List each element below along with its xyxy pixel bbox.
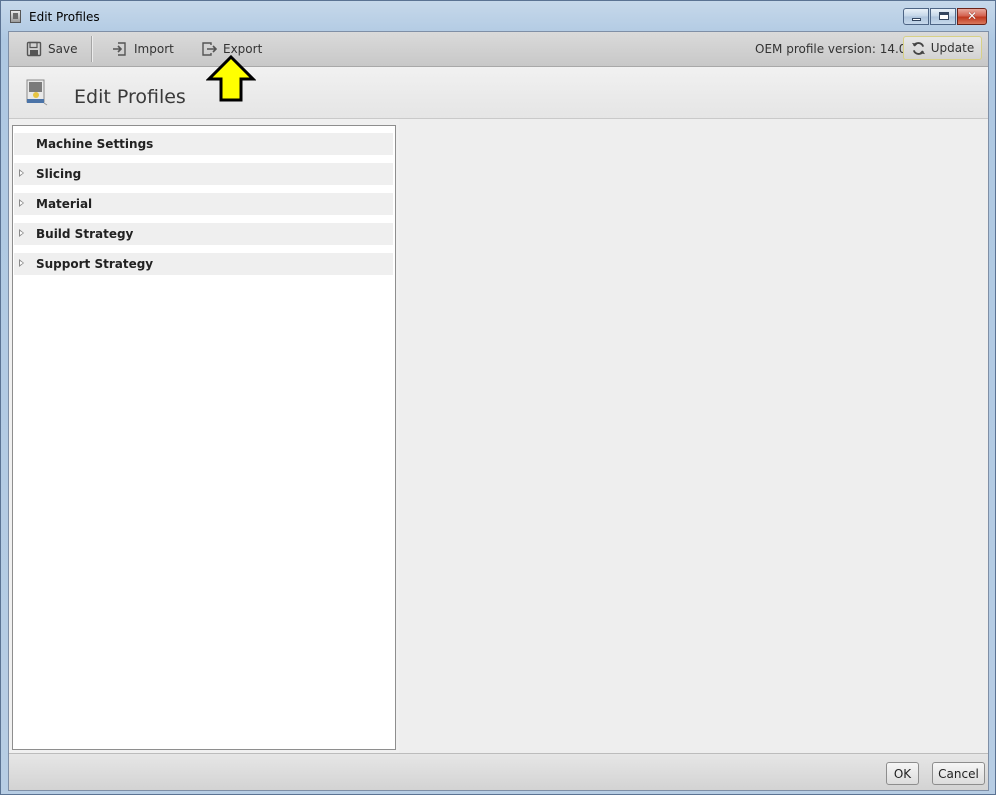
cancel-button[interactable]: Cancel xyxy=(932,762,985,785)
tree-item-support-strategy[interactable]: Support Strategy xyxy=(14,253,393,275)
tree-item-label: Build Strategy xyxy=(36,227,134,241)
refresh-icon xyxy=(911,41,925,55)
close-icon: ✕ xyxy=(966,9,978,23)
import-label: Import xyxy=(134,42,174,56)
tree-item-build-strategy[interactable]: Build Strategy xyxy=(14,223,393,245)
import-icon xyxy=(113,42,126,56)
page-header: Edit Profiles xyxy=(9,67,988,119)
tree-item-label: Slicing xyxy=(36,167,82,181)
tree-item-label: Machine Settings xyxy=(36,137,154,151)
maximize-button[interactable] xyxy=(930,8,956,25)
detail-panel xyxy=(399,119,988,753)
save-label: Save xyxy=(48,42,78,56)
expand-triangle-icon[interactable] xyxy=(19,169,24,177)
tree-item-material[interactable]: Material xyxy=(14,193,393,215)
oem-profile-version: OEM profile version: 14.0 xyxy=(755,42,907,56)
ok-button[interactable]: OK xyxy=(886,762,919,785)
expand-triangle-icon[interactable] xyxy=(19,259,24,267)
toolbar-separator xyxy=(91,36,92,62)
profile-tree: Machine Settings Slicing Material Build … xyxy=(12,125,396,750)
annotation-arrow-icon xyxy=(206,55,256,102)
save-button[interactable]: Save xyxy=(26,32,77,66)
close-button[interactable]: ✕ xyxy=(957,8,987,25)
tree-item-machine-settings[interactable]: Machine Settings xyxy=(14,133,393,155)
toolbar: Save Import Export OEM profile version: … xyxy=(9,32,988,67)
client-area: Save Import Export OEM profile version: … xyxy=(8,31,989,791)
window-controls: ✕ xyxy=(903,8,987,25)
expand-triangle-icon[interactable] xyxy=(19,199,24,207)
update-button[interactable]: Update xyxy=(903,36,982,60)
printer-icon xyxy=(26,79,48,106)
dialog-footer: OK Cancel xyxy=(9,753,988,790)
page-title: Edit Profiles xyxy=(74,86,186,108)
save-icon xyxy=(26,41,42,57)
minimize-button[interactable] xyxy=(903,8,929,25)
export-label: Export xyxy=(223,42,263,56)
window-title: Edit Profiles xyxy=(29,10,100,24)
app-icon xyxy=(10,10,21,23)
expand-triangle-icon[interactable] xyxy=(19,229,24,237)
maximize-icon xyxy=(939,12,949,20)
minimize-icon xyxy=(912,18,921,21)
tree-item-label: Support Strategy xyxy=(36,257,154,271)
tree-item-slicing[interactable]: Slicing xyxy=(14,163,393,185)
edit-profiles-window: Edit Profiles ✕ Save Import Export OEM p… xyxy=(0,0,996,795)
import-button[interactable]: Import xyxy=(112,32,174,66)
tree-item-label: Material xyxy=(36,197,93,211)
title-bar[interactable]: Edit Profiles ✕ xyxy=(1,1,995,31)
update-label: Update xyxy=(930,41,975,55)
